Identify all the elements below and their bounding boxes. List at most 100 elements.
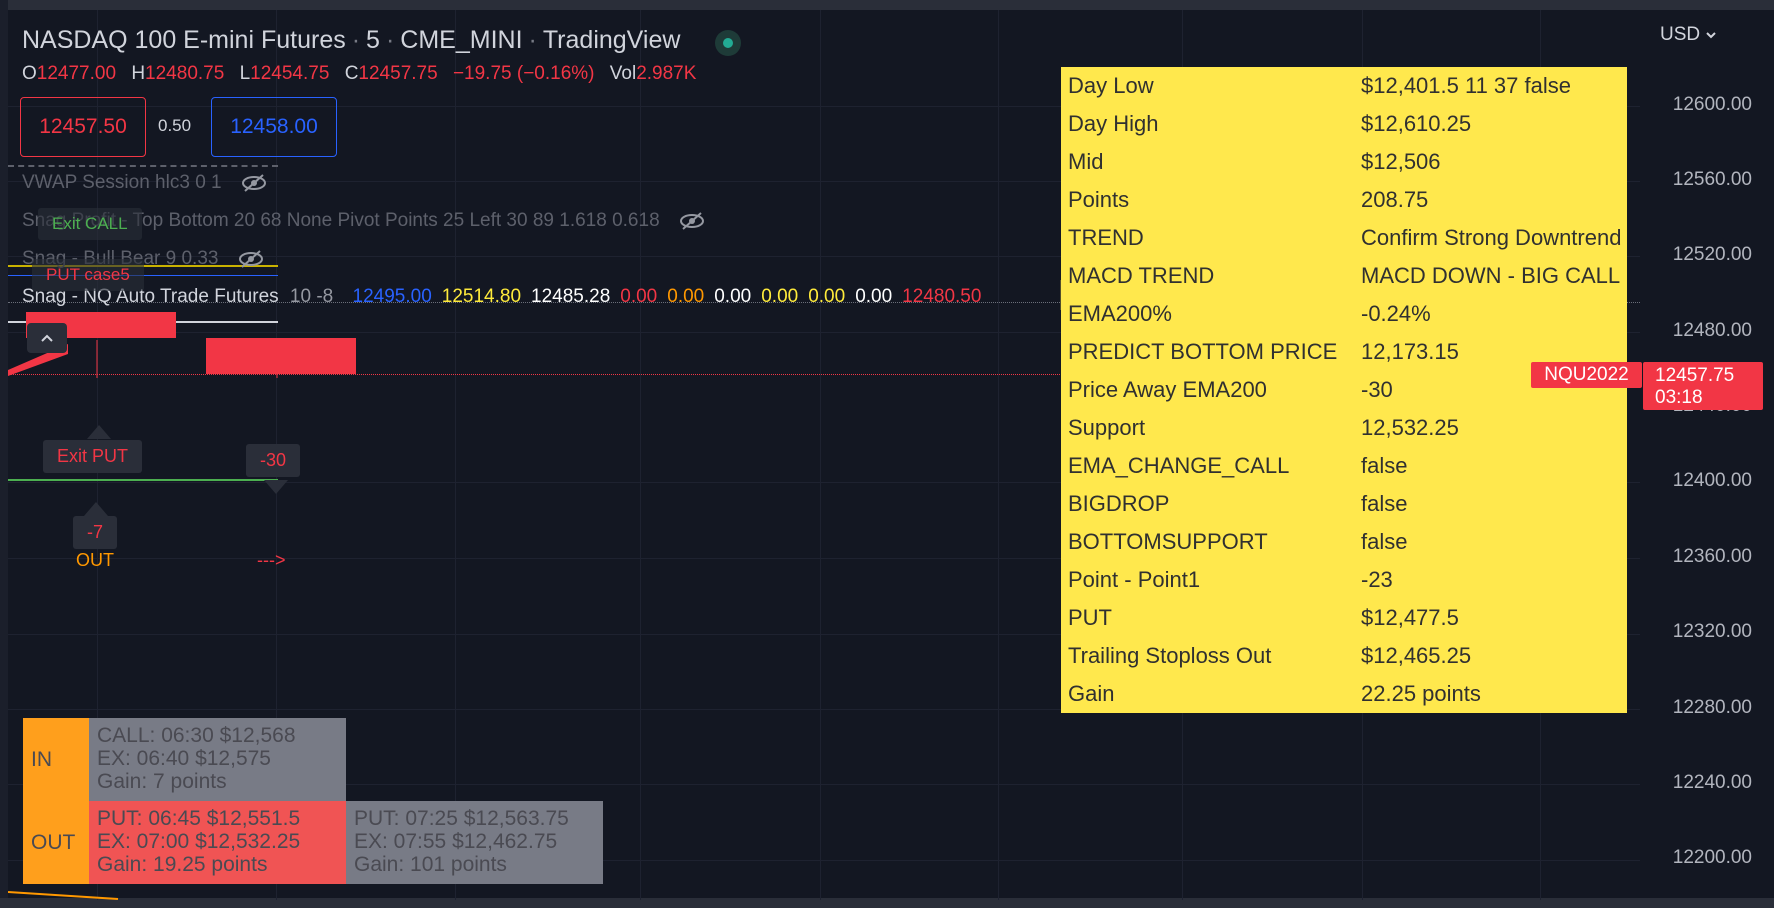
sell-button[interactable]: 12457.50 <box>20 97 146 157</box>
info-row: MACD TREND MACD DOWN - BIG CALL <box>1061 257 1627 295</box>
info-row: Trailing Stoploss Out $12,465.25 <box>1061 637 1627 675</box>
buy-button[interactable]: 12458.00 <box>211 97 337 157</box>
trade-line: EX: 07:00 $12,532.25 <box>97 830 301 853</box>
indicator-value: 12514.80 <box>441 286 522 307</box>
info-key: Points <box>1068 187 1130 212</box>
arrow-label: ---> <box>257 550 286 570</box>
hidden-eye-icon[interactable] <box>241 174 267 192</box>
info-value: false <box>1361 529 1408 554</box>
indicator-nq-auto[interactable]: Snag - NQ Auto Trade Futures 10 -8 12495… <box>22 286 991 308</box>
market-status-icon[interactable] <box>715 30 741 56</box>
change-value: −19.75 (−0.16%) <box>452 63 595 84</box>
info-value: $12,465.25 <box>1361 643 1472 668</box>
price-tick-label: 12400.00 <box>1672 470 1752 491</box>
info-value: -0.24% <box>1361 301 1431 326</box>
source-label: TradingView <box>542 26 681 54</box>
top-border <box>0 0 1774 10</box>
info-key: TREND <box>1068 225 1144 250</box>
info-panel: Day Low $12,401.5 11 37 false Day High $12,… <box>1061 67 1627 713</box>
symbol-title[interactable]: NASDAQ 100 E-mini Futures · 5 · CME_MINI · Tra… <box>22 26 680 55</box>
price-tick-label: 12560.00 <box>1672 169 1752 190</box>
info-key: BIGDROP <box>1068 491 1170 516</box>
price-tick-label: 12200.00 <box>1672 847 1752 868</box>
ohlc-legend: O12477.00 H12480.75 L12454.75 C12457.75 … <box>22 63 706 85</box>
symbol-tag: NQU2022 <box>1531 362 1642 388</box>
info-row: BOTTOMSUPPORT false <box>1061 523 1627 561</box>
hidden-eye-icon[interactable] <box>238 250 264 268</box>
hidden-eye-icon[interactable] <box>679 212 705 230</box>
info-value: Confirm Strong Downtrend <box>1361 225 1622 250</box>
green-support-line <box>8 479 278 481</box>
close-label: C <box>344 63 359 84</box>
orange-line-svg <box>8 891 119 900</box>
info-key: BOTTOMSUPPORT <box>1068 529 1268 554</box>
minus7-pointer <box>84 502 108 516</box>
info-row: Support 12,532.25 <box>1061 409 1627 447</box>
last-price-tag: 12457.75 03:18 <box>1643 362 1763 410</box>
exit-call-label: Exit CALL <box>38 208 142 240</box>
info-row: Gain 22.25 points <box>1061 675 1627 713</box>
low-value: 12454.75 <box>250 63 330 84</box>
info-value: 208.75 <box>1361 187 1429 212</box>
price-tick-label: 12600.00 <box>1672 94 1752 115</box>
high-label: H <box>131 63 146 84</box>
info-row: Mid $12,506 <box>1061 143 1627 181</box>
info-value: $12,506 <box>1361 149 1441 174</box>
spread-value: 0.50 <box>158 116 192 135</box>
indicator-value: 0.00 <box>808 286 846 307</box>
out-trade-cell-1: PUT: 06:45 $12,551.5 EX: 07:00 $12,532.2… <box>89 801 346 884</box>
indicator-nq-auto-values: 12495.00 12514.80 12485.28 0.00 0.00 0.00 0.00… <box>353 286 992 307</box>
candles-svg <box>8 312 356 378</box>
minus30-label: -30 <box>246 444 301 477</box>
price-tick-label: 12520.00 <box>1672 244 1752 265</box>
in-trade-cell: CALL: 06:30 $12,568 EX: 06:40 $12,575 Ga… <box>89 718 346 801</box>
info-value: false <box>1361 491 1408 516</box>
volume-value: 2.987K <box>636 63 697 84</box>
out-label: OUT <box>76 550 114 570</box>
info-row: Point - Point1 -23 <box>1061 561 1627 599</box>
grid-line <box>640 10 641 900</box>
info-key: Day High <box>1068 111 1159 136</box>
info-row: Points 208.75 <box>1061 181 1627 219</box>
chevron-down-icon <box>1706 32 1717 39</box>
trade-line: PUT: 07:25 $12,563.75 <box>354 807 569 830</box>
minus7-label: -7 <box>73 516 118 549</box>
collapse-legend-button[interactable] <box>27 323 67 353</box>
trade-line: Gain: 19.25 points <box>97 853 268 876</box>
info-key: EMA_CHANGE_CALL <box>1068 453 1290 478</box>
in-row-label: IN <box>23 718 89 801</box>
indicator-vwap[interactable]: VWAP Session hlc3 0 1 <box>22 172 267 194</box>
price-tick-label: 12320.00 <box>1672 621 1752 642</box>
open-label: O <box>22 63 37 84</box>
info-key: MACD TREND <box>1068 263 1215 288</box>
trade-line: EX: 07:55 $12,462.75 <box>354 830 558 853</box>
price-tick-label: 12240.00 <box>1672 772 1752 793</box>
price-tick-label: 12280.00 <box>1672 697 1752 718</box>
info-value: 12,532.25 <box>1361 415 1459 440</box>
close-value: 12457.75 <box>358 63 438 84</box>
info-row: EMA200% -0.24% <box>1061 295 1627 333</box>
indicator-vwap-label: VWAP Session hlc3 0 1 <box>22 172 222 193</box>
low-label: L <box>239 63 251 84</box>
currency-selector[interactable]: USD <box>1660 24 1717 46</box>
minus30-pointer <box>264 480 288 494</box>
left-border <box>0 0 8 908</box>
trade-line: EX: 06:40 $12,575 <box>97 747 271 770</box>
info-key: Day Low <box>1068 73 1154 98</box>
indicator-value: 0.00 <box>855 286 893 307</box>
red-candle-2 <box>206 338 356 374</box>
symbol-name: NASDAQ 100 E-mini Futures <box>22 26 346 54</box>
dashed-level-line <box>8 165 278 167</box>
bar-countdown: 03:18 <box>1655 387 1703 408</box>
grid-line <box>998 10 999 900</box>
indicator-value: 0.00 <box>714 286 752 307</box>
trade-line: CALL: 06:30 $12,568 <box>97 724 296 747</box>
info-key: PREDICT BOTTOM PRICE <box>1068 339 1338 364</box>
info-row: Day Low $12,401.5 11 37 false <box>1061 67 1627 105</box>
info-key: Support <box>1068 415 1146 440</box>
info-key: Mid <box>1068 149 1104 174</box>
info-key: EMA200% <box>1068 301 1172 326</box>
info-key: PUT <box>1068 605 1112 630</box>
indicator-value: 0.00 <box>620 286 658 307</box>
info-value: $12,477.5 <box>1361 605 1459 630</box>
